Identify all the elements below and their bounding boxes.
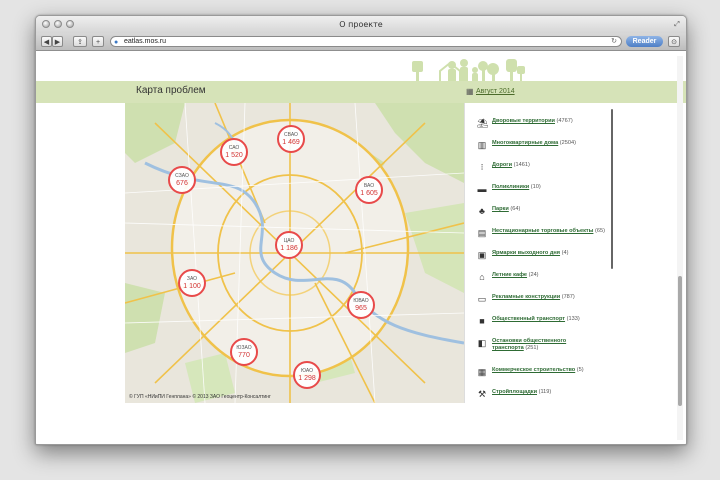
category-item[interactable]: ▦ Коммерческое строительство (5) — [477, 367, 584, 377]
category-item[interactable]: ▣ Ярмарки выходного дня (4) — [477, 250, 569, 260]
bus-stop-icon: ◧ — [477, 338, 487, 348]
window-title: О проекте — [339, 20, 383, 29]
district-marker-cao[interactable]: ЦАО 1 186 — [275, 231, 303, 259]
address-bar[interactable]: ● eatlas.mos.ru ↻ — [110, 36, 622, 47]
trees-icon: ♣ — [479, 206, 485, 216]
page-scrollbar[interactable] — [677, 56, 683, 440]
page-title-bar: Карта проблем ▦ Август 2014 — [36, 81, 686, 103]
share-icon: ⇪ — [77, 39, 83, 46]
date-link-label: Август 2014 — [476, 88, 515, 95]
browser-window: О проекте ⤢ ◀ ▶ ⇪ + ● eatlas.mos.ru ↻ Re… — [35, 15, 687, 445]
page-title: Карта проблем — [136, 85, 206, 96]
district-marker-szao[interactable]: СЗАО 676 — [168, 166, 196, 194]
category-item[interactable]: ⚒ Стройплощадки (119) — [477, 389, 551, 399]
category-item[interactable]: ⛱ Дворовые территории (4767) — [477, 118, 573, 128]
category-item[interactable]: ▥ Многоквартирные дома (2504) — [477, 140, 576, 150]
fullscreen-icon[interactable]: ⤢ — [673, 20, 681, 28]
district-marker-vao[interactable]: ВАО 1 605 — [355, 176, 383, 204]
new-tab-button[interactable]: + — [92, 36, 104, 47]
category-item[interactable]: ⌂ Летние кафе (24) — [477, 272, 538, 282]
browser-toolbar: ◀ ▶ ⇪ + ● eatlas.mos.ru ↻ Reader ⊙ — [36, 33, 686, 51]
globe-icon: ● — [114, 39, 119, 46]
page-content: Карта проблем ▦ Август 2014 САО 1 520 СВ… — [36, 51, 686, 444]
reload-icon[interactable]: ↻ — [611, 37, 617, 47]
district-marker-yuao[interactable]: ЮАО 1 298 — [293, 361, 321, 389]
site-header — [36, 51, 686, 87]
category-item[interactable]: ▬ Поликлиники (10) — [477, 184, 541, 194]
crane-icon: ⚒ — [477, 389, 487, 399]
window-controls — [42, 20, 74, 28]
calendar-icon: ▦ — [466, 87, 474, 96]
back-arrow-icon: ◀ — [43, 39, 50, 46]
date-link[interactable]: ▦ Август 2014 — [466, 87, 515, 96]
yard-icon: ⛱ — [477, 118, 489, 128]
downloads-button[interactable]: ⊙ — [668, 36, 680, 47]
minimize-window-button[interactable] — [54, 20, 62, 28]
category-item[interactable]: ◧ Остановки общественного транспорта (251… — [477, 338, 595, 352]
district-marker-sao[interactable]: САО 1 520 — [220, 138, 248, 166]
district-marker-svao[interactable]: СВАО 1 469 — [277, 125, 305, 153]
category-item[interactable]: ■ Общественный транспорт (133) — [477, 316, 579, 326]
construction-icon: ▦ — [477, 367, 487, 377]
close-window-button[interactable] — [42, 20, 50, 28]
problems-map[interactable]: САО 1 520 СВАО 1 469 СЗАО 676 ВАО 1 605 … — [125, 103, 464, 403]
traffic-light-icon: ⁝ — [480, 162, 484, 172]
category-item[interactable]: ▤ Нестационарные торговые объекты (65) — [477, 228, 605, 238]
forward-button[interactable]: ▶ — [52, 36, 63, 47]
categories-panel: ⛱ Дворовые территории (4767) ▥ Многокварти… — [464, 103, 617, 403]
title-bar: О проекте ⤢ — [36, 16, 686, 33]
district-marker-yuvao[interactable]: ЮВАО 965 — [347, 291, 375, 319]
forward-arrow-icon: ▶ — [54, 39, 61, 46]
zoom-window-button[interactable] — [66, 20, 74, 28]
category-item[interactable]: ▭ Рекламные конструкции (787) — [477, 294, 575, 304]
billboard-icon: ▭ — [477, 294, 487, 304]
clinic-icon: ▬ — [477, 184, 487, 194]
address-url: eatlas.mos.ru — [124, 38, 167, 45]
map-copyright: © ГУП «НИиПИ Генплана» © 2013 ЗАО Геоцен… — [129, 394, 271, 400]
plus-icon: + — [95, 39, 101, 46]
reader-button[interactable]: Reader — [626, 36, 663, 47]
category-item[interactable]: ⁝ Дороги (1461) — [477, 162, 530, 172]
back-button[interactable]: ◀ — [41, 36, 52, 47]
share-button[interactable]: ⇪ — [73, 36, 87, 47]
kiosk-icon: ▤ — [477, 228, 487, 238]
page-scrollbar-thumb[interactable] — [678, 276, 682, 406]
district-marker-zao[interactable]: ЗАО 1 100 — [178, 269, 206, 297]
bus-icon: ■ — [479, 316, 485, 326]
panel-scrollbar[interactable] — [611, 109, 613, 269]
district-marker-yuzao[interactable]: ЮЗАО 770 — [230, 338, 258, 366]
category-item[interactable]: ♣ Парки (64) — [477, 206, 520, 216]
download-icon: ⊙ — [671, 39, 677, 46]
cafe-icon: ⌂ — [479, 272, 485, 282]
fair-icon: ▣ — [477, 250, 487, 260]
apartment-icon: ▥ — [477, 140, 487, 150]
